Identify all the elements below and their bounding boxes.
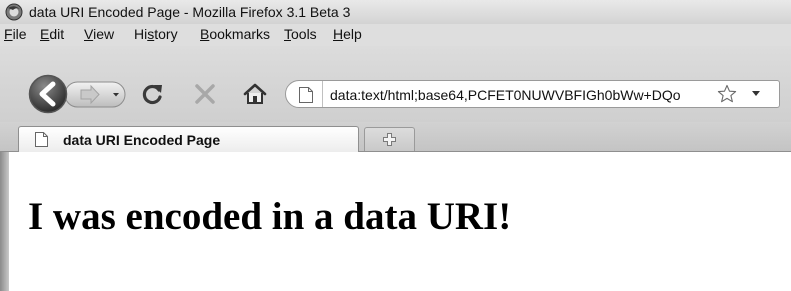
menu-bookmarks[interactable]: Bookmarks	[200, 26, 270, 42]
url-bar[interactable]: data:text/html;base64,PCFET0NUWVBFIGh0bW…	[285, 80, 780, 108]
menu-view[interactable]: View	[84, 26, 114, 42]
page-content: I was encoded in a data URI!	[0, 152, 791, 291]
menu-bar: File Edit View History Bookmarks Tools H…	[0, 24, 791, 46]
bookmark-star-icon[interactable]	[717, 84, 737, 104]
title-bar: data URI Encoded Page - Mozilla Firefox …	[0, 0, 791, 24]
window-frame-edge	[0, 152, 9, 291]
home-icon	[243, 83, 267, 104]
back-button[interactable]	[28, 74, 68, 114]
tab-active[interactable]: data URI Encoded Page	[18, 126, 359, 153]
url-divider	[322, 81, 323, 107]
url-text[interactable]: data:text/html;base64,PCFET0NUWVBFIGh0bW…	[330, 87, 700, 103]
menu-file[interactable]: File	[4, 26, 27, 42]
page-icon	[299, 87, 313, 103]
new-tab-button[interactable]	[364, 127, 415, 151]
browser-window: data URI Encoded Page - Mozilla Firefox …	[0, 0, 791, 291]
menu-help[interactable]: Help	[333, 26, 362, 42]
reload-icon	[142, 84, 162, 105]
menu-edit[interactable]: Edit	[40, 26, 64, 42]
plus-icon	[383, 133, 396, 146]
page-heading: I was encoded in a data URI!	[28, 195, 512, 238]
url-dropdown-icon[interactable]	[752, 91, 760, 97]
forward-button[interactable]	[64, 81, 126, 108]
firefox-icon	[5, 3, 23, 21]
reload-button[interactable]	[141, 82, 165, 106]
stop-icon	[195, 84, 215, 104]
window-title: data URI Encoded Page - Mozilla Firefox …	[29, 4, 351, 20]
menu-tools[interactable]: Tools	[284, 26, 317, 42]
page-icon	[35, 132, 48, 147]
home-button[interactable]	[243, 82, 267, 106]
tab-label: data URI Encoded Page	[63, 132, 221, 148]
tab-strip: data URI Encoded Page	[0, 122, 791, 153]
menu-history[interactable]: History	[134, 26, 178, 42]
stop-button[interactable]	[194, 83, 216, 105]
